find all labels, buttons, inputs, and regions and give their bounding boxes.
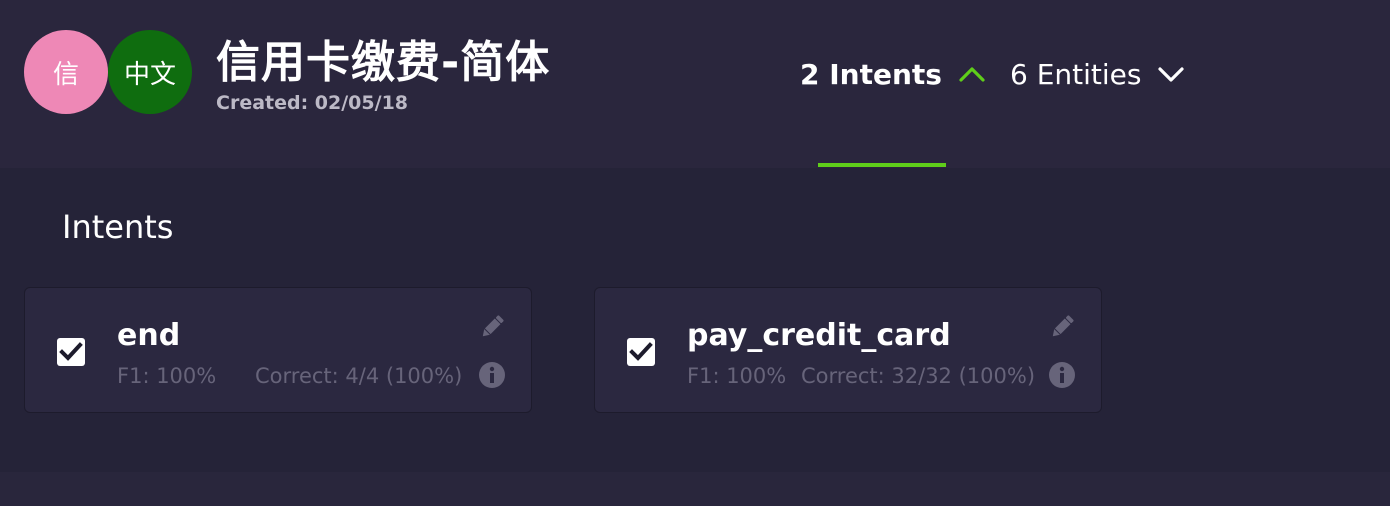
page-title: 信用卡缴费-简体 [216, 37, 551, 88]
intent-correct: Correct: 32/32 (100%) [801, 364, 1036, 388]
checkmark-icon [629, 342, 653, 361]
footer-band [0, 472, 1390, 506]
tab-intents-label: 2 Intents [800, 57, 942, 91]
chevron-up-icon [959, 67, 985, 82]
intent-name: pay_credit_card [687, 318, 951, 353]
intent-correct: Correct: 4/4 (100%) [255, 364, 463, 388]
info-icon[interactable] [1047, 360, 1077, 390]
active-tab-indicator [818, 163, 946, 167]
edit-pencil-icon[interactable] [1047, 312, 1077, 342]
intent-card: end F1: 100% Correct: 4/4 (100%) [24, 287, 532, 413]
intent-name: end [117, 318, 181, 353]
intent-f1: F1: 100% [687, 364, 787, 388]
intent-checkbox[interactable] [627, 338, 655, 366]
created-date: Created: 02/05/18 [216, 92, 409, 114]
language-avatar-zhongwen: 中文 [108, 30, 192, 114]
checkmark-icon [59, 342, 83, 361]
edit-pencil-icon[interactable] [477, 312, 507, 342]
tab-entities[interactable]: 6 Entities [1010, 54, 1185, 94]
intent-card: pay_credit_card F1: 100% Correct: 32/32 … [594, 287, 1102, 413]
section-title: Intents [62, 208, 174, 246]
tab-intents[interactable]: 2 Intents [800, 54, 986, 94]
avatar-label: 信 [52, 59, 79, 90]
chevron-down-icon [1158, 67, 1185, 82]
avatar-label: 中文 [123, 59, 176, 90]
language-avatar-xin: 信 [24, 30, 108, 114]
tab-entities-label: 6 Entities [1010, 57, 1142, 91]
info-icon[interactable] [477, 360, 507, 390]
header: 信 中文 信用卡缴费-简体 Created: 02/05/18 2 Intent… [0, 0, 1390, 168]
intent-checkbox[interactable] [57, 338, 85, 366]
intent-f1: F1: 100% [117, 364, 217, 388]
